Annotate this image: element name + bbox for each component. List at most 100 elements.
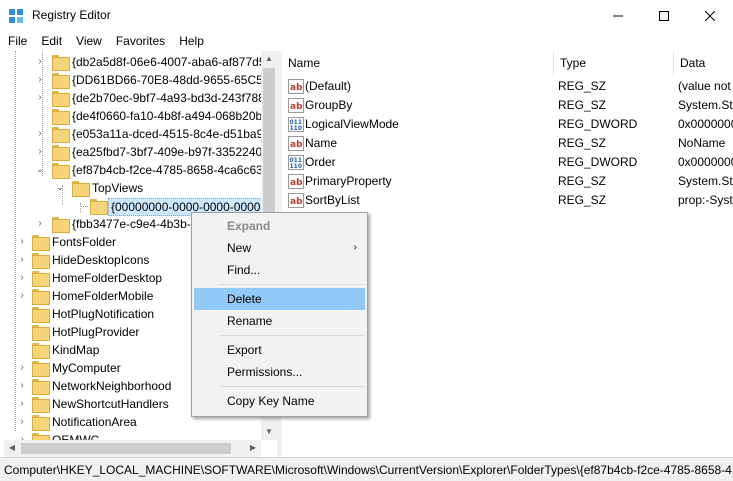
chevron-right-icon[interactable]: › [16, 254, 28, 266]
chevron-right-icon[interactable]: › [16, 380, 28, 392]
chevron-right-icon[interactable]: › [34, 218, 46, 230]
chevron-right-icon[interactable]: › [16, 362, 28, 374]
menu-item-delete[interactable]: Delete [194, 288, 365, 310]
chevron-right-icon[interactable]: › [16, 290, 28, 302]
tree-item-label: NetworkNeighborhood [52, 379, 172, 393]
value-data: prop:-Syst [678, 193, 733, 207]
chevron-down-icon[interactable]: ⌄ [34, 164, 46, 176]
tree-item-label: HotPlugNotification [52, 307, 155, 321]
menu-separator [220, 335, 365, 336]
value-row[interactable]: 011 110 LogicalViewMode REG_DWORD 0x00000… [282, 115, 733, 134]
folder-icon [52, 145, 70, 161]
tree-item[interactable]: › {DD61BD66-70E8-48dd-9655-65C5E [4, 71, 277, 89]
close-icon [705, 10, 715, 21]
menu-item-find[interactable]: Find... [194, 259, 365, 281]
tree-item-label: NotificationArea [52, 415, 137, 429]
string-value-icon: ab [288, 98, 304, 113]
value-data: 0x0000000 [678, 117, 733, 131]
tree-item[interactable]: {de4f0660-fa10-4b8f-a494-068b20b2 [4, 107, 277, 125]
chevron-right-icon[interactable]: › [34, 146, 46, 158]
tree-connector [80, 206, 88, 207]
value-data: System.Sta [678, 174, 733, 188]
value-type: REG_DWORD [558, 117, 638, 131]
value-row[interactable]: ab Name REG_SZ NoName [282, 134, 733, 153]
tree-item[interactable]: ⌄ {ef87b4cb-f2ce-4785-8658-4ca6c63e [4, 161, 277, 179]
menu-item-permissions[interactable]: Permissions... [194, 361, 365, 383]
minimize-button[interactable] [595, 0, 641, 31]
registry-editor-icon [9, 9, 23, 23]
menu-edit[interactable]: Edit [35, 31, 68, 51]
close-button[interactable] [687, 0, 733, 31]
chevron-right-icon[interactable]: › [16, 416, 28, 428]
maximize-button[interactable] [641, 0, 687, 31]
chevron-right-icon[interactable]: › [34, 56, 46, 68]
value-data: System.Sta [678, 98, 733, 112]
menu-item-expand: Expand [194, 215, 365, 237]
tree-item-label: {e053a11a-dced-4515-8c4e-d51ba9 [72, 127, 264, 141]
value-name: (Default) [305, 79, 352, 93]
current-key-path: Computer\HKEY_LOCAL_MACHINE\SOFTWARE\Mic… [4, 463, 732, 477]
tree-item[interactable]: › {ea25fbd7-3bf7-409e-b97f-3352240 [4, 143, 277, 161]
svg-text:ab: ab [290, 102, 303, 112]
menu-item-label: Rename [227, 314, 273, 328]
menu-item-label: Copy Key Name [227, 394, 315, 408]
value-row[interactable]: ab (Default) REG_SZ (value not [282, 77, 733, 96]
context-menu: Expand New › Find... Delete Rename Export… [191, 212, 368, 417]
value-row[interactable]: 011 110 Order REG_DWORD 0x0000000 [282, 153, 733, 172]
chevron-down-icon[interactable]: ⌄ [54, 182, 66, 194]
value-row[interactable]: ab GroupBy REG_SZ System.Sta [282, 96, 733, 115]
column-header-name[interactable]: Name [282, 51, 554, 76]
value-row[interactable]: ab PrimaryProperty REG_SZ System.Sta [282, 172, 733, 191]
scroll-thumb[interactable] [263, 68, 275, 218]
tree-item-label: {ef87b4cb-f2ce-4785-8658-4ca6c63e [72, 163, 270, 177]
scroll-left-icon[interactable]: ◀ [4, 440, 20, 456]
menu-view[interactable]: View [70, 31, 108, 51]
scroll-down-icon[interactable]: ▼ [261, 424, 277, 440]
scroll-thumb[interactable] [21, 443, 231, 454]
tree-item-label: {de2b70ec-9bf7-4a93-bd3d-243f788 [72, 91, 265, 105]
tree-item-label: {de4f0660-fa10-4b8f-a494-068b20b2 [72, 109, 269, 123]
value-type: REG_SZ [558, 136, 607, 150]
chevron-right-icon[interactable]: › [16, 236, 28, 248]
tree-item-label: HotPlugProvider [52, 325, 140, 339]
menu-item-export[interactable]: Export [194, 339, 365, 361]
dword-value-icon: 011110 [288, 155, 304, 170]
menu-file[interactable]: File [2, 31, 33, 51]
chevron-right-icon[interactable]: › [34, 92, 46, 104]
tree-horizontal-scrollbar[interactable]: ◀ ▶ [4, 440, 261, 457]
scroll-right-icon[interactable]: ▶ [245, 440, 261, 456]
menu-item-label: Find... [227, 263, 261, 277]
tree-item-label: {fbb3477e-c9e4-4b3b-a [72, 217, 198, 231]
value-row[interactable]: ab SortByList REG_SZ prop:-Syst [282, 191, 733, 210]
chevron-right-icon[interactable]: › [34, 128, 46, 140]
string-value-icon: ab [288, 79, 304, 94]
tree-item-label: FontsFolder [52, 235, 117, 249]
folder-open-icon [72, 181, 90, 197]
tree-item-label: {DD61BD66-70E8-48dd-9655-65C5E [72, 73, 271, 87]
svg-text:ab: ab [290, 197, 303, 207]
value-name: Order [305, 155, 336, 169]
minimize-icon [613, 15, 623, 16]
tree-item[interactable]: › {de2b70ec-9bf7-4a93-bd3d-243f788 [4, 89, 277, 107]
menu-item-copy-key-name[interactable]: Copy Key Name [194, 390, 365, 412]
title-bar: Registry Editor [0, 0, 733, 31]
column-header-type[interactable]: Type [554, 51, 674, 76]
menu-bar: File Edit View Favorites Help [0, 31, 733, 51]
column-header-data[interactable]: Data [674, 51, 733, 76]
folder-icon [32, 235, 50, 251]
menu-help[interactable]: Help [173, 31, 210, 51]
value-data: (value not [678, 79, 731, 93]
folder-icon [32, 379, 50, 395]
tree-item[interactable]: › {e053a11a-dced-4515-8c4e-d51ba9 [4, 125, 277, 143]
chevron-right-icon[interactable]: › [34, 74, 46, 86]
status-bar: Computer\HKEY_LOCAL_MACHINE\SOFTWARE\Mic… [0, 457, 733, 481]
menu-item-rename[interactable]: Rename [194, 310, 365, 332]
chevron-right-icon[interactable]: › [16, 272, 28, 284]
chevron-right-icon[interactable]: › [16, 398, 28, 410]
menu-item-new[interactable]: New › [194, 237, 365, 259]
folder-icon [32, 361, 50, 377]
tree-item[interactable]: › {db2a5d8f-06e6-4007-aba6-af877d5 [4, 53, 277, 71]
scroll-up-icon[interactable]: ▲ [261, 51, 277, 67]
menu-favorites[interactable]: Favorites [110, 31, 171, 51]
tree-item[interactable]: ⌄ TopViews [4, 179, 277, 197]
